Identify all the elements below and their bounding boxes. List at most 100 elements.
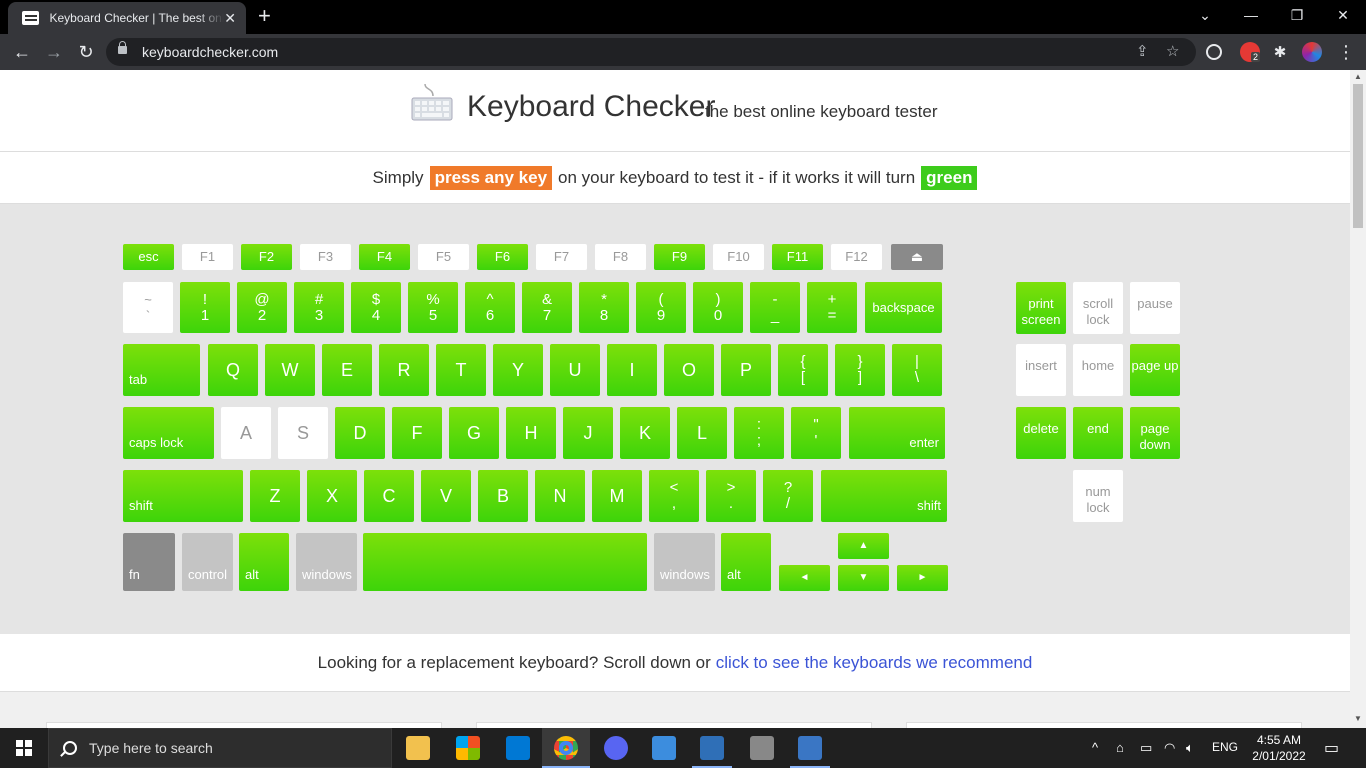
key-space[interactable] xyxy=(363,533,647,591)
maximize-button[interactable]: ❐ xyxy=(1274,0,1320,30)
language-indicator[interactable]: ENG xyxy=(1212,740,1238,754)
key-tab[interactable]: tab xyxy=(123,344,200,396)
key-e[interactable]: E xyxy=(322,344,372,396)
key-windows[interactable]: windows xyxy=(654,533,715,591)
key-delete[interactable]: delete xyxy=(1016,407,1066,459)
key-f8[interactable]: F8 xyxy=(595,244,646,270)
taskbar-search[interactable]: Type here to search xyxy=(48,728,392,768)
key-backspace[interactable]: backspace xyxy=(865,282,942,333)
new-tab-button[interactable]: + xyxy=(258,4,271,28)
reload-button[interactable]: ↻ xyxy=(74,40,98,64)
key-f9[interactable]: F9 xyxy=(654,244,705,270)
key-arrow-down[interactable]: ▼ xyxy=(838,565,889,591)
key-f1[interactable]: F1 xyxy=(182,244,233,270)
tray-device-icon[interactable]: ⌂ xyxy=(1116,740,1124,755)
tab-close-icon[interactable]: ✕ xyxy=(224,10,236,27)
key-r[interactable]: R xyxy=(379,344,429,396)
forward-button[interactable]: → xyxy=(42,40,66,64)
minimize-button[interactable]: — xyxy=(1228,0,1274,30)
volume-icon[interactable]: 🔈︎ xyxy=(1186,740,1194,756)
key-a[interactable]: A xyxy=(221,407,271,459)
taskbar-clock[interactable]: 4:55 AM 2/01/2022 xyxy=(1244,732,1314,764)
key-z[interactable]: Z xyxy=(250,470,300,522)
key-symbol[interactable]: ⏏ xyxy=(891,244,943,270)
key-2[interactable]: @2 xyxy=(237,282,287,333)
key-m[interactable]: M xyxy=(592,470,642,522)
discord-icon[interactable] xyxy=(604,736,628,760)
page-scrollbar[interactable]: ▲ ▼ xyxy=(1350,70,1366,728)
key-alt[interactable]: alt xyxy=(721,533,771,591)
key-f2[interactable]: F2 xyxy=(241,244,292,270)
key-shift[interactable]: shift xyxy=(821,470,947,522)
key-f7[interactable]: F7 xyxy=(536,244,587,270)
key-6[interactable]: ^ 6 xyxy=(465,282,515,333)
key-1[interactable]: ! 1 xyxy=(180,282,230,333)
key-print-screen[interactable]: print screen xyxy=(1016,282,1066,334)
key-caps-lock[interactable]: caps lock xyxy=(123,407,214,459)
key-v[interactable]: V xyxy=(421,470,471,522)
menu-kebab-icon[interactable]: ⋮ xyxy=(1334,40,1358,64)
tab-keyboard-checker[interactable]: Keyboard Checker | The best online keybo… xyxy=(8,2,246,34)
key-insert[interactable]: insert xyxy=(1016,344,1066,396)
key-t[interactable]: T xyxy=(436,344,486,396)
monitor-tool-icon[interactable] xyxy=(798,736,822,760)
key-enter[interactable]: enter xyxy=(849,407,945,459)
extension-circle-icon[interactable] xyxy=(1206,44,1222,60)
key-o[interactable]: O xyxy=(664,344,714,396)
key-4[interactable]: $4 xyxy=(351,282,401,333)
key-k[interactable]: K xyxy=(620,407,670,459)
key-f[interactable]: F xyxy=(392,407,442,459)
key-p[interactable]: P xyxy=(721,344,771,396)
scroll-up-icon[interactable]: ▲ xyxy=(1354,72,1362,81)
key-home[interactable]: home xyxy=(1073,344,1123,396)
key-f3[interactable]: F3 xyxy=(300,244,351,270)
key-symbol[interactable]: ~ ` xyxy=(123,282,173,333)
key-q[interactable]: Q xyxy=(208,344,258,396)
key-symbol[interactable]: :; xyxy=(734,407,784,459)
file-explorer-icon[interactable] xyxy=(406,736,430,760)
remote-desktop-icon[interactable] xyxy=(700,736,724,760)
key-b[interactable]: B xyxy=(478,470,528,522)
key-shift[interactable]: shift xyxy=(123,470,243,522)
key-symbol[interactable]: ? / xyxy=(763,470,813,522)
profile-avatar[interactable] xyxy=(1302,42,1322,62)
key-symbol[interactable]: | \ xyxy=(892,344,942,396)
key-j[interactable]: J xyxy=(563,407,613,459)
key-symbol[interactable]: - _ xyxy=(750,282,800,333)
key-control[interactable]: control xyxy=(182,533,233,591)
url-text[interactable]: keyboardchecker.com xyxy=(142,44,278,60)
back-button[interactable]: ← xyxy=(10,40,34,64)
key-end[interactable]: end xyxy=(1073,407,1123,459)
key-f11[interactable]: F11 xyxy=(772,244,823,270)
key-0[interactable]: ) 0 xyxy=(693,282,743,333)
key-f5[interactable]: F5 xyxy=(418,244,469,270)
store-icon[interactable] xyxy=(456,736,480,760)
notifications-icon[interactable]: ▭ xyxy=(1324,738,1339,758)
mail-icon[interactable] xyxy=(506,736,530,760)
key-symbol[interactable]: }] xyxy=(835,344,885,396)
key-x[interactable]: X xyxy=(307,470,357,522)
key-symbol[interactable]: + = xyxy=(807,282,857,333)
chrome-icon[interactable] xyxy=(554,736,578,760)
key-d[interactable]: D xyxy=(335,407,385,459)
key-f4[interactable]: F4 xyxy=(359,244,410,270)
key-c[interactable]: C xyxy=(364,470,414,522)
key-arrow-up[interactable]: ▲ xyxy=(838,533,889,559)
bookmark-star-icon[interactable]: ☆ xyxy=(1166,42,1179,60)
key-f10[interactable]: F10 xyxy=(713,244,764,270)
key-windows[interactable]: windows xyxy=(296,533,357,591)
key-arrow-left[interactable]: ◄ xyxy=(779,565,830,591)
key-symbol[interactable]: " ' xyxy=(791,407,841,459)
share-icon[interactable]: ⇪ xyxy=(1136,42,1149,60)
key-page-up[interactable]: page up xyxy=(1130,344,1180,396)
scrollbar-thumb[interactable] xyxy=(1353,84,1363,228)
key-y[interactable]: Y xyxy=(493,344,543,396)
key-i[interactable]: I xyxy=(607,344,657,396)
tray-chevron-icon[interactable]: ^ xyxy=(1092,740,1098,755)
network-tool-icon[interactable] xyxy=(750,736,774,760)
windows-start-icon[interactable] xyxy=(16,740,32,756)
wifi-icon[interactable]: ◠ xyxy=(1164,740,1175,756)
key-num-lock[interactable]: num lock xyxy=(1073,470,1123,522)
key-9[interactable]: (9 xyxy=(636,282,686,333)
key-symbol[interactable]: >. xyxy=(706,470,756,522)
